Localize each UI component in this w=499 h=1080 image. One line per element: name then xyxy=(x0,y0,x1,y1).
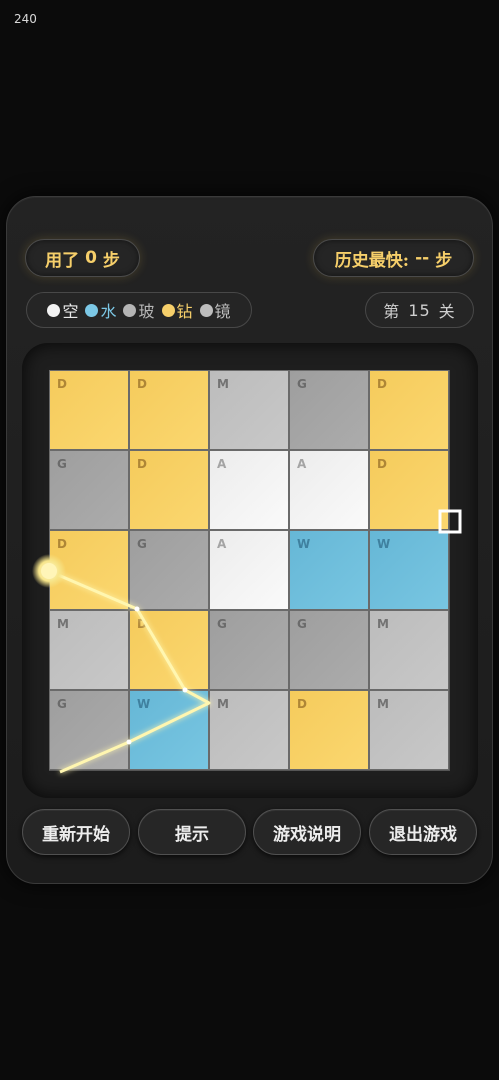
grid-cell[interactable]: G xyxy=(49,690,129,770)
cell-type-label: G xyxy=(137,537,147,551)
grid-cell[interactable]: G xyxy=(289,610,369,690)
cell-type-label: A xyxy=(217,457,227,471)
cell-type-label: A xyxy=(297,457,307,471)
legend-item: 镜 xyxy=(199,298,231,322)
hint-button[interactable]: 提示 xyxy=(138,809,246,855)
cell-type-label: D xyxy=(57,377,67,391)
grid-cell[interactable]: D xyxy=(129,610,209,690)
grid-cell[interactable]: A xyxy=(289,450,369,530)
grid-cell[interactable]: M xyxy=(209,370,289,450)
steps-value: 0 xyxy=(85,248,97,268)
grid-cell[interactable]: D xyxy=(129,450,209,530)
grid-cell[interactable]: G xyxy=(209,610,289,690)
cell-type-label: M xyxy=(377,697,389,711)
cell-type-label: G xyxy=(297,617,307,631)
legend-item: 水 xyxy=(85,298,116,322)
level-number: 15 xyxy=(408,300,431,320)
grid-cell[interactable]: M xyxy=(369,610,449,690)
cell-type-label: G xyxy=(217,617,227,631)
legend-dot xyxy=(47,303,61,317)
legend-label: 水 xyxy=(100,302,117,321)
grid-cell[interactable]: W xyxy=(369,530,449,610)
legend-item: 玻 xyxy=(123,298,155,322)
grid-cell[interactable]: D xyxy=(289,690,369,770)
legend-dot xyxy=(199,303,213,317)
level-prefix: 第 xyxy=(383,302,401,321)
best-record: 历史最快: -- 步 xyxy=(313,239,474,277)
grid-cell[interactable]: D xyxy=(49,530,129,610)
grid-cell[interactable]: W xyxy=(129,690,209,770)
cell-type-label: W xyxy=(137,697,151,711)
grid-cell[interactable]: G xyxy=(129,530,209,610)
grid-cell[interactable]: A xyxy=(209,530,289,610)
cell-type-label: W xyxy=(377,537,391,551)
material-legend: 空水玻钻镜 xyxy=(26,292,252,328)
fps-counter: 240 xyxy=(14,12,37,26)
grid-cell[interactable]: D xyxy=(49,370,129,450)
grid-cell[interactable]: D xyxy=(129,370,209,450)
steps-prefix: 用了 xyxy=(45,250,80,271)
cell-type-label: D xyxy=(377,377,387,391)
grid-cell[interactable]: M xyxy=(209,690,289,770)
level-suffix: 关 xyxy=(438,302,456,321)
level-indicator: 第 15 关 xyxy=(365,292,474,328)
cell-type-label: M xyxy=(377,617,389,631)
legend-label: 空 xyxy=(62,302,79,321)
legend-dot xyxy=(161,303,175,317)
grid-cell[interactable]: D xyxy=(369,370,449,450)
cell-type-label: M xyxy=(217,697,229,711)
grid-cell[interactable]: G xyxy=(49,450,129,530)
cell-type-label: D xyxy=(297,697,307,711)
best-suffix: 步 xyxy=(435,250,453,271)
legend-item: 空 xyxy=(47,298,78,322)
grid-cell[interactable]: D xyxy=(369,450,449,530)
grid-cell[interactable]: M xyxy=(49,610,129,690)
cell-type-label: D xyxy=(137,617,147,631)
steps-counter: 用了 0 步 xyxy=(25,239,140,277)
cell-type-label: D xyxy=(57,537,67,551)
cell-type-label: G xyxy=(297,377,307,391)
legend-dot xyxy=(123,303,137,317)
grid-cell[interactable]: W xyxy=(289,530,369,610)
restart-button[interactable]: 重新开始 xyxy=(22,809,130,855)
legend-label: 玻 xyxy=(138,302,155,321)
cell-type-label: G xyxy=(57,697,67,711)
legend-label: 镜 xyxy=(214,302,231,321)
legend-item: 钻 xyxy=(161,298,193,322)
cell-type-label: D xyxy=(137,377,147,391)
grid-cell[interactable]: A xyxy=(209,450,289,530)
cell-type-label: D xyxy=(137,457,147,471)
cell-type-label: W xyxy=(297,537,311,551)
best-prefix: 历史最快: xyxy=(334,250,410,271)
grid-cell[interactable]: M xyxy=(369,690,449,770)
exit-game-button[interactable]: 退出游戏 xyxy=(369,809,477,855)
grid-cell[interactable]: G xyxy=(289,370,369,450)
game-board: D D M G D G D A A D D G A W W M D G G M G W M D M xyxy=(49,370,450,771)
cell-type-label: M xyxy=(57,617,69,631)
cell-type-label: A xyxy=(217,537,227,551)
cell-type-label: M xyxy=(217,377,229,391)
cell-type-label: G xyxy=(57,457,67,471)
legend-label: 钻 xyxy=(176,302,193,321)
steps-suffix: 步 xyxy=(102,250,120,271)
legend-dot xyxy=(85,303,99,317)
cell-type-label: D xyxy=(377,457,387,471)
instructions-button[interactable]: 游戏说明 xyxy=(253,809,361,855)
best-value: -- xyxy=(415,248,430,268)
